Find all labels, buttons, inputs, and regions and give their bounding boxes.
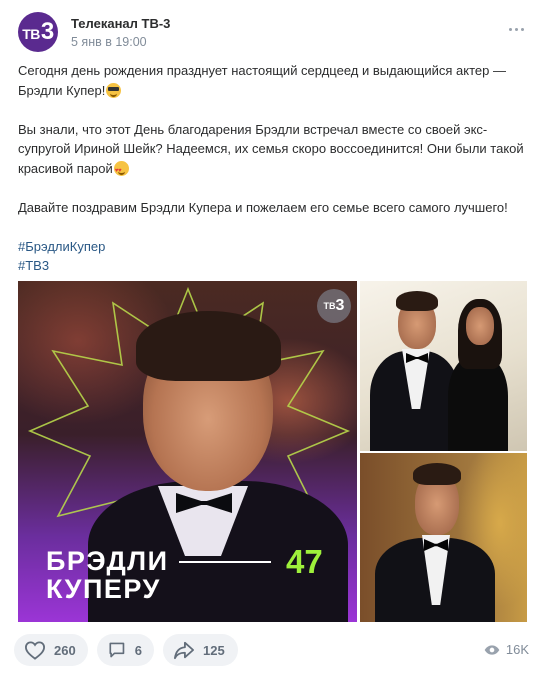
post-paragraph-2: Вы знали, что этот День благодарения Брэ…: [18, 120, 530, 182]
photo-man2-hair: [413, 463, 461, 485]
paragraph-2-text: Вы знали, что этот День благодарения Брэ…: [18, 121, 524, 176]
overlay-age: 47: [286, 543, 323, 580]
photo-man-hair: [396, 291, 438, 311]
photo-couple[interactable]: [360, 281, 527, 451]
hashtag-bradley-cooper[interactable]: #БрэдлиКупер: [18, 237, 530, 257]
heart-icon: [24, 641, 46, 660]
overlay-line-2: КУПЕРУ: [46, 574, 161, 604]
post-text: Сегодня день рождения празднует настоящи…: [18, 61, 530, 276]
channel-name[interactable]: Телеканал ТВ-3: [71, 16, 170, 31]
photo-woman-dress: [448, 356, 508, 451]
post-paragraph-1: Сегодня день рождения празднует настоящи…: [18, 61, 530, 100]
overlay-line-1: БРЭДЛИ: [46, 546, 169, 576]
like-count: 260: [54, 642, 76, 658]
more-options-icon[interactable]: [505, 22, 527, 36]
hashtags: #БрэдлиКупер #ТВ3: [18, 237, 530, 276]
sunglasses-emoji-icon: [106, 82, 122, 98]
eye-icon: [484, 644, 500, 655]
post-date[interactable]: 5 янв в 19:00: [71, 35, 147, 49]
share-count: 125: [203, 642, 225, 658]
share-button[interactable]: 125: [163, 634, 238, 666]
channel-avatar[interactable]: ТВ3: [18, 12, 58, 52]
comment-button[interactable]: 6: [97, 634, 154, 666]
photo-oscars[interactable]: [360, 453, 527, 622]
overlay-divider: [179, 561, 271, 563]
comment-count: 6: [134, 642, 142, 658]
like-button[interactable]: 260: [14, 634, 88, 666]
post-card: ТВ3 Телеканал ТВ-3 5 янв в 19:00 Сегодня…: [0, 0, 545, 675]
photo-woman-face: [466, 307, 494, 345]
hashtag-tv3[interactable]: #ТВ3: [18, 256, 530, 276]
post-paragraph-3: Давайте поздравим Брэдли Купера и пожела…: [18, 199, 508, 215]
overlay-name-text: БРЭДЛИ КУПЕРУ: [46, 547, 169, 603]
avatar-logo: ТВ3: [22, 18, 54, 45]
paragraph-1-text: Сегодня день рождения празднует настоящи…: [18, 63, 506, 98]
comment-icon: [109, 642, 125, 658]
views-counter: 16K: [484, 642, 529, 657]
heart-eyes-emoji-icon: [113, 160, 129, 181]
tv3-watermark-logo: ТВ 3: [317, 289, 351, 323]
view-count: 16K: [505, 642, 529, 657]
photo-hair: [136, 311, 281, 381]
main-photo[interactable]: ТВ 3 БРЭДЛИ КУПЕРУ 47: [18, 281, 357, 622]
share-arrow-icon: [174, 641, 194, 660]
